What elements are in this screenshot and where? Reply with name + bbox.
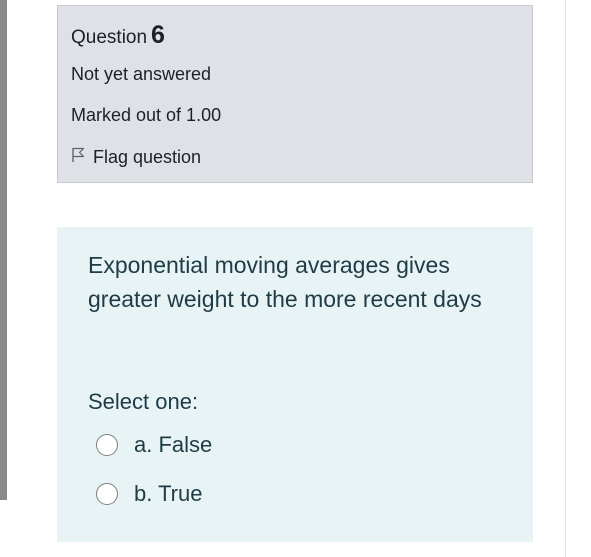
- answer-option-label: b. True: [134, 481, 203, 506]
- flag-question-link[interactable]: Flag question: [71, 147, 201, 168]
- question-content-panel: Exponential moving averages gives greate…: [57, 227, 533, 542]
- answer-option-a[interactable]: a. False: [96, 432, 212, 458]
- answer-prompt: Select one:: [88, 389, 199, 414]
- question-text: Exponential moving averages gives greate…: [88, 252, 482, 312]
- question-state: Not yet answered: [71, 64, 212, 84]
- question-number: 6: [151, 21, 165, 49]
- left-edge-rule: [0, 0, 7, 500]
- radio-button-b[interactable]: [96, 483, 118, 505]
- flag-question-label: Flag question: [93, 147, 202, 167]
- right-edge-rule: [565, 0, 566, 557]
- question-info-panel: Question 6 Not yet answered Marked out of…: [57, 5, 533, 183]
- radio-button-a[interactable]: [96, 434, 118, 456]
- flag-icon: [71, 147, 93, 168]
- answer-option-b[interactable]: b. True: [96, 481, 202, 507]
- answer-option-label: a. False: [134, 432, 213, 457]
- question-heading: Question 6: [71, 21, 165, 50]
- quiz-page: Question 6 Not yet answered Marked out of…: [0, 0, 591, 557]
- question-grade: Marked out of 1.00: [71, 105, 222, 125]
- question-label: Question: [71, 27, 148, 48]
